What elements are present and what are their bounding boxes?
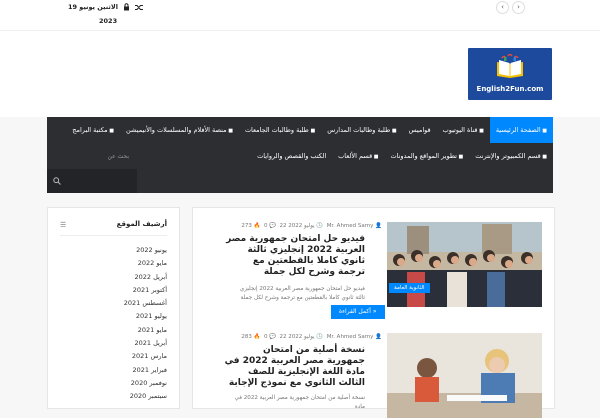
widget-title: أرشيف الموقع [116,220,167,228]
book-logo-icon [497,54,523,78]
nav-item[interactable]: تطوير المواقع والمدونات ■ [385,143,470,169]
software-icon: ■ [107,128,114,134]
nav-row-1: الصفحة الرئيسية ■ قناة اليوتيوب ■ قواميس طل… [66,117,553,143]
nav-item-label: قسم الألعاب [338,152,373,160]
nav-item[interactable]: قواميس [403,117,437,143]
code-icon: ■ [456,154,464,160]
next-arrow-button[interactable]: › [512,1,525,14]
archive-list: يونيو 2022 مايو 2022 أبريل 2022 أكتوبر 2021… [89,244,179,404]
nav-item[interactable]: الصفحة الرئيسية ■ [489,117,553,143]
post-meta: 273 🔥 0 💬 22 يوليو 2022 🕒 Mr. Ahmed Samy… [241,223,382,229]
comments-count[interactable]: 0 [264,223,268,229]
date-text: الاثنين يونيو 19 [68,3,118,11]
post-date: 22 يوليو 2022 [279,223,315,229]
nav-item[interactable]: قناة اليوتيوب ■ [437,117,490,143]
post-excerpt: فيديو حل امتحان جمهورية مصر العربية 2022… [239,286,365,301]
post-card: الثانوية العامة 273 🔥 0 💬 22 يوليو 2022 … [193,208,554,328]
nav-item-label: تطوير المواقع والمدونات [390,152,457,160]
computer-icon: ■ [540,154,547,160]
top-pager: ‹ › [496,1,525,14]
archive-link[interactable]: مايو 2022 [89,257,179,270]
comments-count[interactable]: 0 [264,334,268,340]
games-icon: ■ [372,154,379,160]
post-author[interactable]: Mr. Ahmed Samy [327,223,374,229]
post-title[interactable]: نسخة أصلية من امتحان جمهورية مصر العربية… [223,345,365,389]
archive-link[interactable]: نوفمبر 2020 [89,377,179,390]
main-nav: الصفحة الرئيسية ■ قناة اليوتيوب ■ قواميس طل… [47,117,553,193]
nav-item[interactable]: منصة الأفلام والمسلسلات والأنيميشن ■ [120,117,239,143]
top-bar: ‹ › الاثنين يونيو 19 2023 [0,0,600,31]
date-year: 2023 [99,17,118,25]
post-author[interactable]: Mr. Ahmed Samy [327,334,374,340]
nav-item-label: الكتب والقصص والروايات [257,152,327,160]
logo-text: English2Fun.com [476,85,544,93]
read-more-button[interactable]: أكمل القراءة » [331,305,385,319]
archive-link[interactable]: يوليو 2021 [89,310,179,323]
views-count: 283 [241,334,252,340]
nav-item[interactable]: قسم الكمبيوتر والإنترنت ■ [469,143,553,169]
search-icon[interactable] [53,177,61,185]
archive-link[interactable]: مايو 2021 [89,324,179,337]
views-count: 273 [241,223,252,229]
shuffle-icon[interactable] [134,4,143,11]
nav-item-label: قناة اليوتيوب [442,126,478,134]
nav-item-label: طلبة وطالبات الجامعات [244,126,309,134]
home-icon: ■ [540,128,547,134]
nav-item[interactable]: الكتب والقصص والروايات [251,143,332,169]
nav-item-label: قسم الكمبيوتر والإنترنت [475,152,541,160]
search-placeholder: بحث عن [107,153,130,160]
nav-item[interactable]: طلبة وطالبات الجامعات ■ [239,117,321,143]
nav-item[interactable]: طلبة وطالبات المدارس ■ [321,117,402,143]
date-line: الاثنين يونيو 19 [68,3,143,11]
nav-item-label: طلبة وطالبات المدارس [327,126,391,134]
school-icon: ■ [390,128,397,134]
youtube-icon: ■ [477,128,484,134]
nav-item[interactable]: قسم الألعاب ■ [332,143,384,169]
category-badge[interactable]: الثانوية العامة [389,283,430,293]
post-thumbnail[interactable]: الثانوية العامة [387,222,542,307]
archive-widget: أرشيف الموقع ☰ يونيو 2022 مايو 2022 أبريل … [47,207,180,409]
lock-icon[interactable] [123,3,130,11]
menu-lines-icon: ☰ [60,221,67,229]
post-excerpt: نسخة أصلية من امتحان جمهورية مصر العربية… [234,395,365,410]
post-meta: 283 🔥 0 💬 22 يوليو 2022 🕒 Mr. Ahmed Samy… [241,334,382,340]
nav-item[interactable]: مكتبة البرامج ■ [66,117,120,143]
nav-item-label: الصفحة الرئيسية [495,126,541,134]
archive-link[interactable]: أكتوبر 2021 [89,284,179,297]
university-icon: ■ [308,128,316,134]
site-logo[interactable]: English2Fun.com [468,48,552,100]
archive-link[interactable]: فبراير 2021 [89,364,179,377]
archive-link[interactable]: يونيو 2022 [89,244,179,257]
post-thumbnail[interactable] [387,333,542,418]
post-date: 22 يوليو 2022 [279,334,315,340]
archive-link[interactable]: أبريل 2021 [89,337,179,350]
nav-item-label: منصة الأفلام والمسلسلات والأنيميشن [126,126,227,134]
nav-row-2: قسم الكمبيوتر والإنترنت ■ تطوير المواقع و… [251,143,553,169]
posts-list: الثانوية العامة 273 🔥 0 💬 22 يوليو 2022 … [192,207,555,418]
search-box[interactable]: بحث عن [47,153,137,193]
archive-link[interactable]: أغسطس 2021 [89,297,179,310]
archive-link[interactable]: مارس 2021 [89,350,179,363]
archive-link[interactable]: أبريل 2022 [89,271,179,284]
nav-item-label: قواميس [408,126,431,134]
video-icon: ■ [226,128,233,134]
post-title[interactable]: فيديو حل امتحان جمهورية مصر العربية 2022… [223,234,365,278]
divider [60,235,167,236]
post-card: 283 🔥 0 💬 22 يوليو 2022 🕒 Mr. Ahmed Samy… [193,328,554,418]
archive-link[interactable]: سبتمبر 2020 [89,390,179,403]
nav-item-label: مكتبة البرامج [72,126,108,134]
prev-arrow-button[interactable]: ‹ [496,1,509,14]
